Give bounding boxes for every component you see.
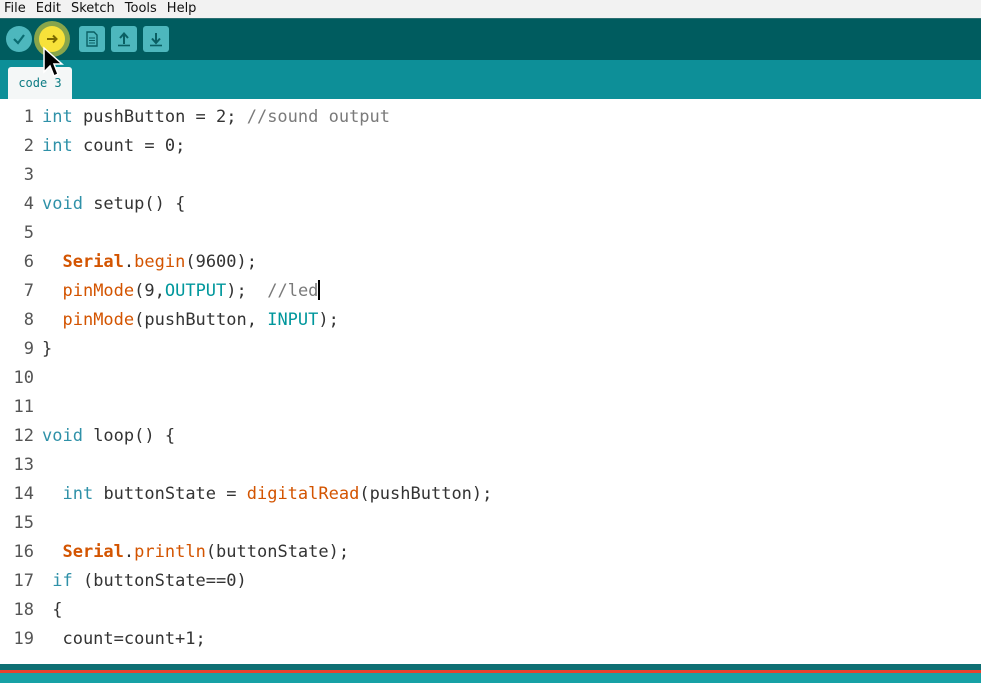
line-text[interactable]: int pushButton = 2; //sound output (42, 103, 390, 132)
code-line[interactable]: 3 (0, 161, 981, 190)
code-line[interactable]: 12 void loop() { (0, 422, 981, 451)
arrow-down-icon (150, 33, 162, 47)
line-number: 2 (23, 136, 34, 156)
line-text[interactable]: void loop() { (42, 422, 175, 451)
line-number: 12 (13, 426, 34, 446)
code-line[interactable]: 18 { (0, 596, 981, 625)
code-line[interactable]: 2 int count = 0; (0, 132, 981, 161)
line-text[interactable]: count=count+1; (42, 625, 205, 654)
line-number: 18 (13, 600, 34, 620)
code-line[interactable]: 8 pinMode(pushButton, INPUT); (0, 306, 981, 335)
line-number: 11 (13, 397, 34, 417)
line-number: 6 (23, 252, 34, 272)
line-number: 4 (23, 194, 34, 214)
text-caret (318, 280, 321, 300)
verify-button[interactable] (6, 26, 32, 52)
line-text[interactable]: } (42, 335, 52, 364)
code-editor[interactable]: 1 int pushButton = 2; //sound output 2 int … (0, 99, 981, 664)
line-text[interactable]: pinMode(9,OUTPUT); //led (42, 277, 321, 306)
status-bar (0, 664, 981, 683)
mouse-pointer-icon (43, 46, 64, 78)
line-number: 1 (23, 107, 34, 127)
line-number: 19 (13, 629, 34, 649)
line-text[interactable]: pinMode(pushButton, INPUT); (42, 306, 338, 335)
arrow-right-icon (47, 34, 58, 44)
menu-edit[interactable]: Edit (36, 0, 61, 18)
code-line[interactable]: 16 Serial.println(buttonState); (0, 538, 981, 567)
code-line[interactable]: 9} (0, 335, 981, 364)
menu-tools[interactable]: Tools (125, 0, 157, 18)
code-line[interactable]: 6 Serial.begin(9600); (0, 248, 981, 277)
open-button[interactable] (111, 26, 137, 52)
line-number: 17 (13, 571, 34, 591)
code-line[interactable]: 4 void setup() { (0, 190, 981, 219)
tab-strip: code 3 (0, 60, 981, 99)
new-button[interactable] (79, 26, 105, 52)
code-line[interactable]: 1 int pushButton = 2; //sound output (0, 103, 981, 132)
line-text[interactable]: { (42, 596, 62, 625)
menu-file[interactable]: File (4, 0, 26, 18)
line-number: 3 (23, 165, 34, 185)
line-text[interactable]: Serial.begin(9600); (42, 248, 257, 277)
code-line[interactable]: 17 if (buttonState==0) (0, 567, 981, 596)
code-line[interactable]: 7 pinMode(9,OUTPUT); //led (0, 277, 981, 306)
line-number: 5 (23, 223, 34, 243)
line-text[interactable]: int count = 0; (42, 132, 185, 161)
check-icon (13, 34, 25, 45)
code-line[interactable]: 19 count=count+1; (0, 625, 981, 654)
menu-sketch[interactable]: Sketch (71, 0, 115, 18)
save-button[interactable] (143, 26, 169, 52)
toolbar (0, 18, 981, 60)
line-number: 7 (23, 281, 34, 301)
menu-help[interactable]: Help (167, 0, 197, 18)
line-number: 9 (23, 339, 34, 359)
line-number: 10 (13, 368, 34, 388)
code-line[interactable]: 10 (0, 364, 981, 393)
code-line[interactable]: 11 (0, 393, 981, 422)
code-line[interactable]: 13 (0, 451, 981, 480)
line-text[interactable]: void setup() { (42, 190, 185, 219)
line-number: 13 (13, 455, 34, 475)
file-icon (86, 31, 98, 47)
arrow-up-icon (118, 31, 130, 47)
line-text[interactable]: int buttonState = digitalRead(pushButton… (42, 480, 492, 509)
line-text[interactable]: if (buttonState==0) (42, 567, 246, 596)
line-number: 16 (13, 542, 34, 562)
line-number: 8 (23, 310, 34, 330)
code-line[interactable]: 5 (0, 219, 981, 248)
menu-bar: File Edit Sketch Tools Help (0, 0, 981, 18)
code-line[interactable]: 14 int buttonState = digitalRead(pushBut… (0, 480, 981, 509)
line-number: 14 (13, 484, 34, 504)
code-line[interactable]: 15 (0, 509, 981, 538)
line-number: 15 (13, 513, 34, 533)
line-text[interactable]: Serial.println(buttonState); (42, 538, 349, 567)
